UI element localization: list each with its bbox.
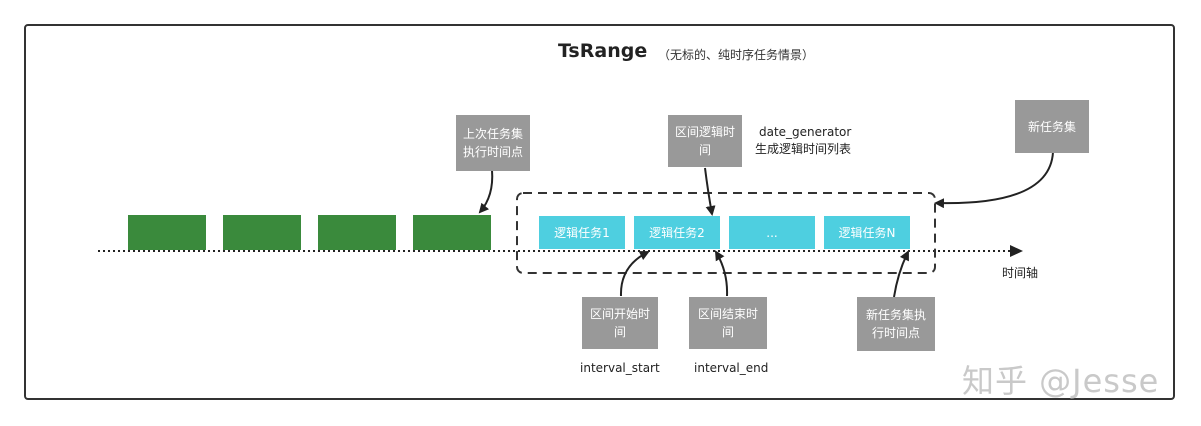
callout-new-exec: 新任务集执行时间点 xyxy=(857,297,935,351)
callout-interval-start: 区间开始时间 xyxy=(582,297,658,349)
past-task-block xyxy=(128,215,206,250)
arrow-interval-end xyxy=(714,250,729,297)
interval-start-code: interval_start xyxy=(580,361,660,375)
logic-task-block: 逻辑任务1 xyxy=(539,216,625,249)
date-generator-desc: 生成逻辑时间列表 xyxy=(755,142,852,156)
callout-new-taskset: 新任务集 xyxy=(1015,100,1089,153)
arrow-new-exec xyxy=(893,250,909,298)
interval-end-code: interval_end xyxy=(694,361,769,375)
past-task-block xyxy=(318,215,396,250)
time-axis-arrowhead xyxy=(1010,245,1023,257)
callout-interval-end: 区间结束时间 xyxy=(689,297,767,349)
past-task-block xyxy=(413,215,491,250)
date-generator-label: date_generator xyxy=(759,125,852,139)
arrow-interval-logic xyxy=(704,167,716,216)
time-axis-label: 时间轴 xyxy=(1002,266,1039,280)
logic-task-block: ... xyxy=(729,216,815,249)
past-task-block xyxy=(223,215,301,250)
arrow-new-taskset xyxy=(934,151,1054,209)
callout-last-exec: 上次任务集执行时间点 xyxy=(456,115,530,171)
arrow-last-exec xyxy=(478,169,494,214)
logic-task-block: 逻辑任务2 xyxy=(634,216,720,249)
callout-interval-logic: 区间逻辑时间 xyxy=(668,115,742,167)
watermark: 知乎 @Jesse xyxy=(962,362,1160,400)
logic-task-block: 逻辑任务N xyxy=(824,216,910,249)
